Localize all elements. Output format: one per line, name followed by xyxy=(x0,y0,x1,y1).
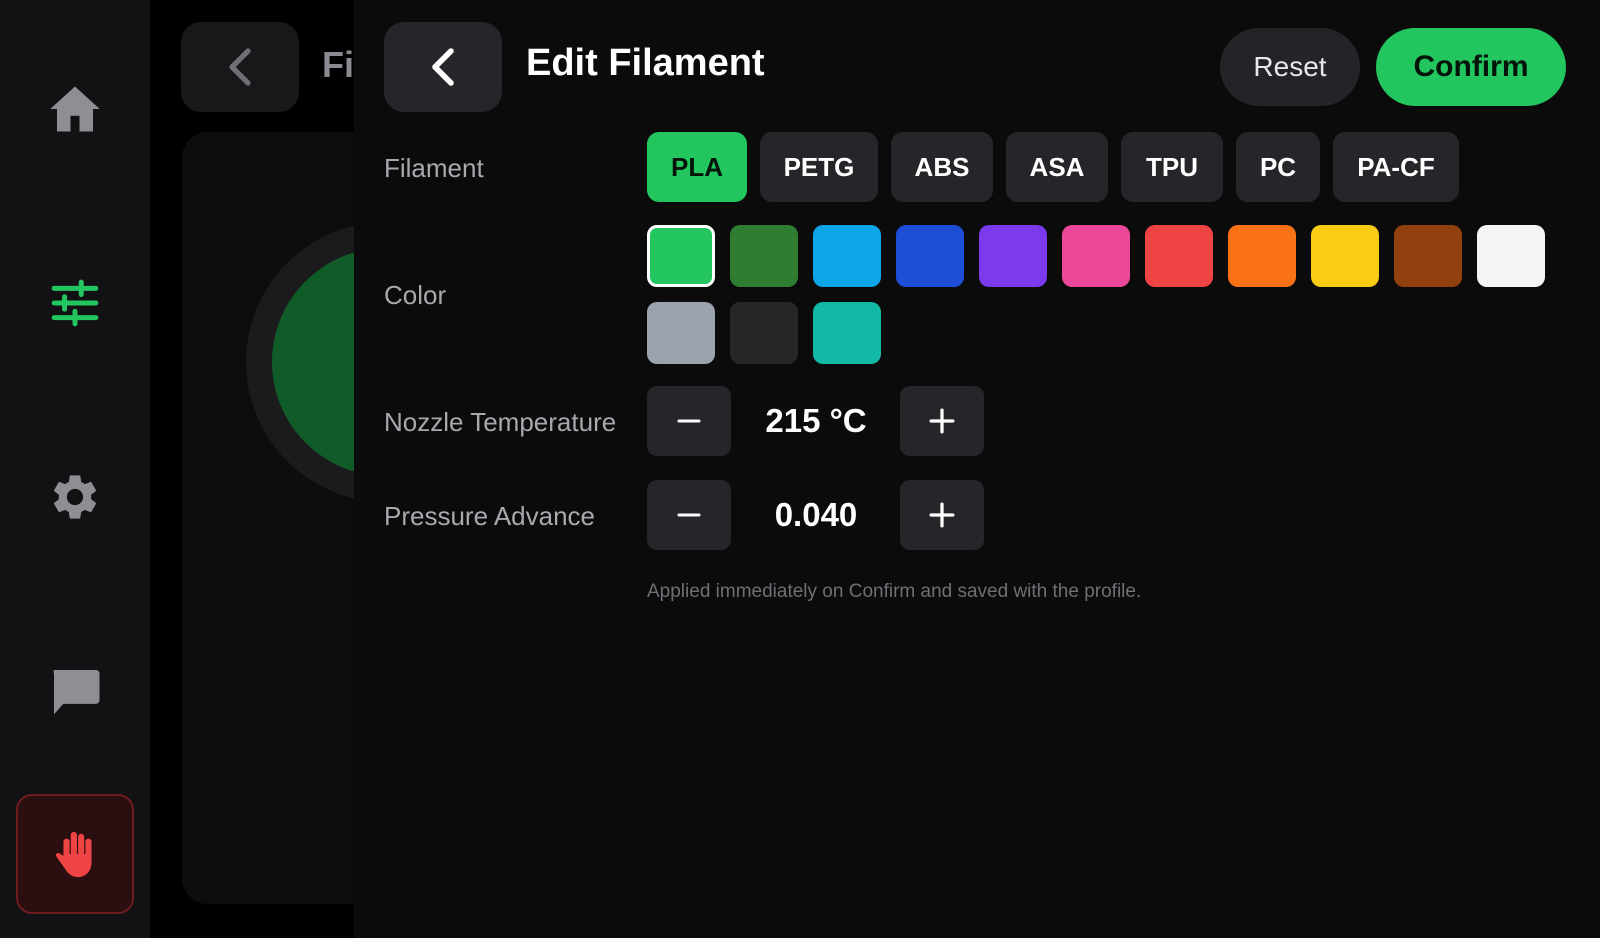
color-swatch[interactable] xyxy=(1062,225,1130,287)
background-screen: Fi xyxy=(150,0,360,938)
color-swatch[interactable] xyxy=(1477,225,1545,287)
nozzle-temperature-value: 215 °C xyxy=(765,402,867,439)
background-title: Fi xyxy=(322,44,354,85)
hint-text: Applied immediately on Confirm and saved… xyxy=(647,581,1142,602)
filament-option-pa-cf[interactable]: PA-CF xyxy=(1333,132,1459,202)
filament-option-petg[interactable]: PETG xyxy=(760,132,878,202)
filament-option-tpu[interactable]: TPU xyxy=(1121,132,1223,202)
color-swatch[interactable] xyxy=(647,225,715,287)
filament-label: Filament xyxy=(384,153,484,183)
page-title: Edit Filament xyxy=(526,42,765,84)
filament-option-pla[interactable]: PLA xyxy=(647,132,747,202)
filament-option-abs[interactable]: ABS xyxy=(891,132,993,202)
color-swatch[interactable] xyxy=(813,225,881,287)
nav-tune-button[interactable] xyxy=(24,252,126,354)
edit-filament-panel: Edit Filament Reset Confirm Filament PLA… xyxy=(354,0,1600,938)
color-swatch[interactable] xyxy=(813,302,881,364)
color-label: Color xyxy=(384,280,447,310)
color-swatch[interactable] xyxy=(730,302,798,364)
nozzle-temperature-label: Nozzle Temperature xyxy=(384,407,617,437)
color-swatch[interactable] xyxy=(647,302,715,364)
chat-icon xyxy=(53,670,100,715)
minus-icon xyxy=(677,419,701,423)
home-icon xyxy=(50,86,100,132)
pressure-advance-value: 0.040 xyxy=(774,496,858,533)
pressure-advance-label: Pressure Advance xyxy=(384,501,596,531)
chevron-left-icon xyxy=(229,48,251,86)
plus-icon xyxy=(929,502,955,528)
pressure-decrease-button[interactable] xyxy=(647,480,731,550)
confirm-button[interactable]: Confirm xyxy=(1376,28,1566,106)
filament-option-asa[interactable]: ASA xyxy=(1006,132,1108,202)
nav-settings-button[interactable] xyxy=(24,446,126,548)
color-swatch[interactable] xyxy=(1394,225,1462,287)
nozzle-decrease-button[interactable] xyxy=(647,386,731,456)
emergency-stop-button[interactable] xyxy=(16,794,134,914)
sliders-icon xyxy=(51,279,99,327)
nozzle-increase-button[interactable] xyxy=(900,386,984,456)
filament-option-pc[interactable]: PC xyxy=(1236,132,1320,202)
color-swatch[interactable] xyxy=(896,225,964,287)
color-swatch[interactable] xyxy=(730,225,798,287)
pressure-increase-button[interactable] xyxy=(900,480,984,550)
minus-icon xyxy=(677,513,701,517)
chevron-left-icon xyxy=(432,48,454,86)
gear-icon xyxy=(53,475,97,519)
color-swatch[interactable] xyxy=(1145,225,1213,287)
reset-button[interactable]: Reset xyxy=(1220,28,1360,106)
nav-messages-button[interactable] xyxy=(24,640,126,742)
sidebar xyxy=(0,0,150,938)
color-swatch[interactable] xyxy=(1228,225,1296,287)
background-back-button xyxy=(181,22,299,112)
back-button[interactable] xyxy=(384,22,502,112)
color-swatch[interactable] xyxy=(1311,225,1379,287)
hand-stop-icon xyxy=(55,831,92,878)
color-swatch[interactable] xyxy=(979,225,1047,287)
nav-home-button[interactable] xyxy=(24,58,126,160)
plus-icon xyxy=(929,408,955,434)
